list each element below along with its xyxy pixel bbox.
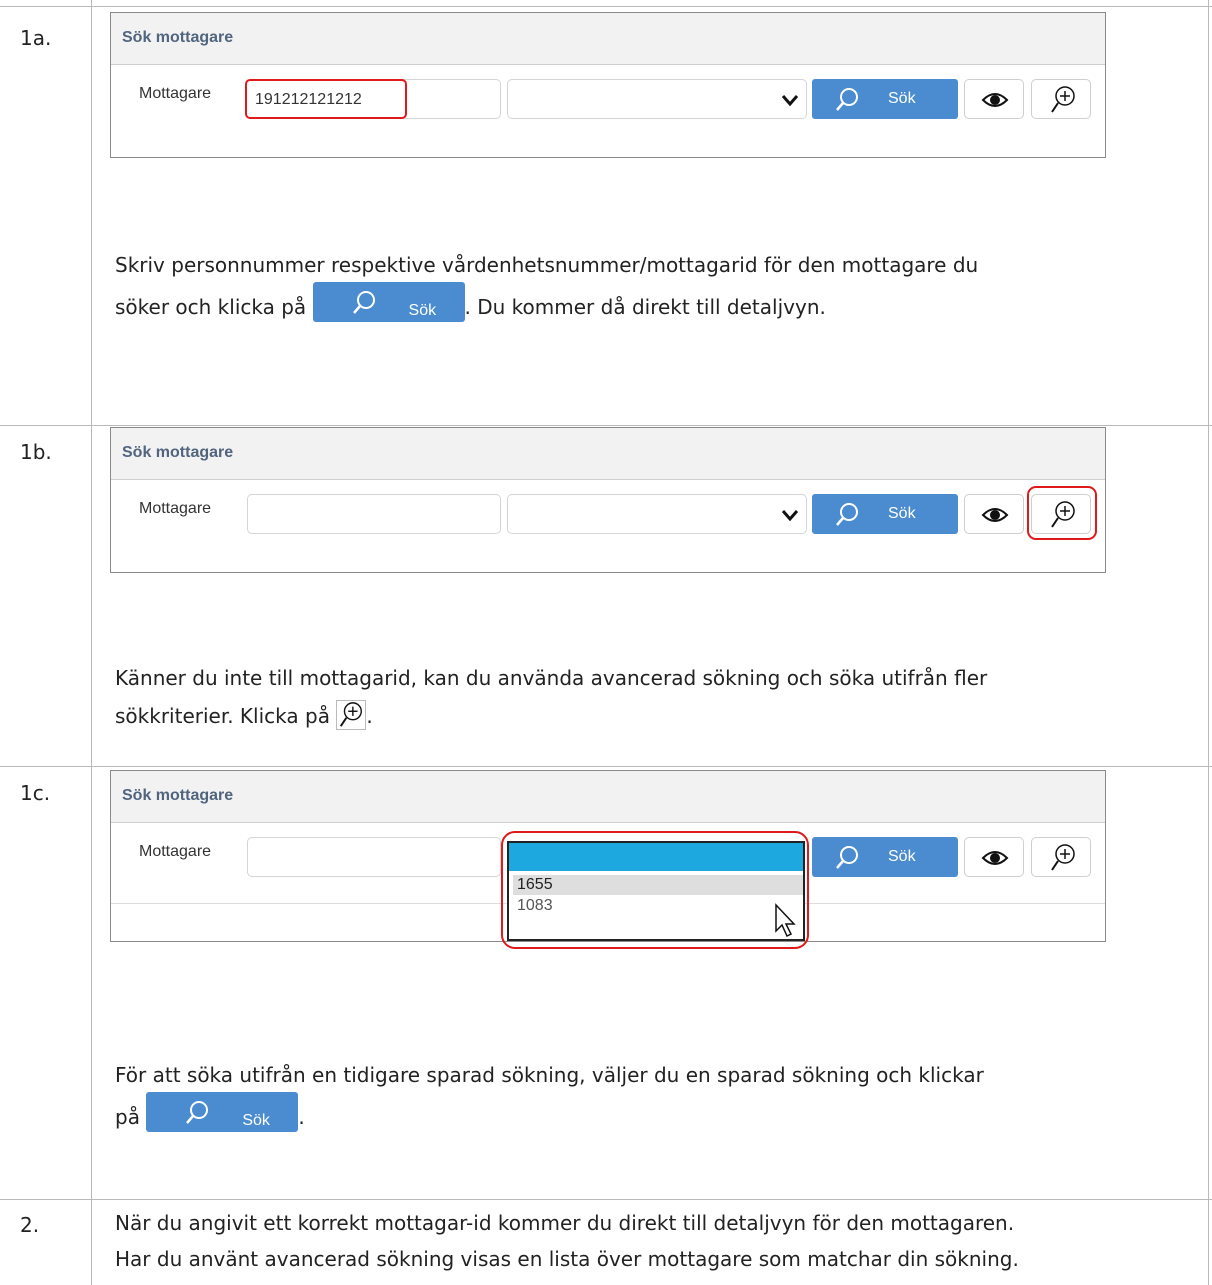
zoom-plus-icon [1051, 86, 1075, 113]
search-icon [186, 1100, 209, 1124]
search-icon [836, 88, 858, 111]
search-button-label: Sök [888, 90, 916, 107]
search-button[interactable]: Sök [812, 837, 958, 877]
eye-icon [981, 508, 1009, 522]
recipient-input[interactable] [247, 837, 501, 877]
step-number: 1c. [20, 781, 51, 805]
instruction-text: För att söka utifrån en tidigare sparad … [115, 1054, 984, 1138]
view-button[interactable] [964, 494, 1024, 534]
search-icon [836, 846, 858, 869]
inline-button-label: Sök [408, 301, 437, 319]
text-fragment: . Du kommer då direkt till detaljvyn. [464, 295, 826, 319]
instruction-line: Har du använt avancerad sökning visas en… [115, 1247, 1019, 1271]
instruction-text: När du angivit ett korrekt mottagar-id k… [115, 1208, 1019, 1274]
search-button[interactable]: Sök [812, 79, 958, 119]
step-number: 1a. [20, 26, 52, 50]
instruction-line: sökkriterier. Klicka på . [115, 699, 987, 731]
search-icon [352, 290, 375, 314]
text-fragment: på [115, 1105, 140, 1129]
search-button-label: Sök [888, 505, 916, 522]
panel-title: Sök mottagare [111, 428, 1105, 480]
view-button[interactable] [964, 79, 1024, 119]
search-panel: Sök mottagare Mottagare 191212121212 Sök [110, 12, 1106, 158]
table-border-top [0, 6, 1212, 7]
view-button[interactable] [964, 837, 1024, 877]
instruction-line: på Sök. [115, 1091, 984, 1138]
advanced-search-button[interactable] [1031, 494, 1091, 534]
eye-icon [981, 93, 1009, 107]
recipient-input[interactable]: 191212121212 [245, 79, 407, 119]
chevron-down-icon [781, 510, 799, 522]
table-divider [0, 425, 1212, 426]
instruction-text: Skriv personnummer respektive vårdenhets… [115, 244, 978, 328]
search-button[interactable]: Sök [812, 494, 958, 534]
mouse-cursor-icon [775, 903, 796, 938]
inline-zoom-icon-image [336, 699, 367, 730]
search-button-label: Sök [888, 848, 916, 865]
saved-search-select[interactable] [507, 494, 807, 534]
zoom-plus-icon [1051, 501, 1075, 528]
panel-title: Sök mottagare [111, 771, 1105, 823]
recipient-label: Mottagare [139, 85, 212, 102]
instruction-line: När du angivit ett korrekt mottagar-id k… [115, 1211, 1015, 1235]
panel-title: Sök mottagare [111, 13, 1105, 65]
search-panel: Sök mottagare Mottagare Sök [110, 427, 1106, 573]
instruction-line: Känner du inte till mottagarid, kan du a… [115, 666, 988, 690]
search-icon [836, 503, 858, 526]
zoom-plus-icon [1051, 844, 1075, 871]
text-fragment: söker och klicka på [115, 295, 307, 319]
highlight-ring [501, 831, 809, 949]
inline-search-button-image: Sök [146, 1091, 299, 1132]
recipient-label: Mottagare [139, 843, 212, 860]
saved-search-select[interactable] [507, 79, 807, 119]
text-fragment: . [298, 1105, 305, 1129]
advanced-search-button[interactable] [1031, 79, 1091, 119]
step-number: 2. [20, 1213, 40, 1237]
inline-search-button-image: Sök [312, 281, 465, 322]
advanced-search-button[interactable] [1031, 837, 1091, 877]
instruction-text: Känner du inte till mottagarid, kan du a… [115, 663, 987, 731]
recipient-input[interactable] [247, 494, 501, 534]
table-divider [0, 766, 1212, 767]
inline-button-label: Sök [242, 1111, 270, 1129]
instruction-line: För att söka utifrån en tidigare sparad … [115, 1063, 984, 1087]
table-divider [0, 1199, 1212, 1200]
table-border-right [1208, 0, 1209, 1285]
eye-icon [981, 851, 1009, 865]
step-number: 1b. [20, 440, 52, 464]
recipient-label: Mottagare [139, 500, 212, 517]
text-fragment: . [366, 704, 373, 728]
table-column-divider [91, 0, 92, 1285]
instruction-line: söker och klicka på Sök . Du kommer då di… [115, 281, 978, 328]
text-fragment: sökkriterier. Klicka på [115, 704, 330, 728]
search-panel: Sök mottagare Mottagare Sök 1655 1083 [110, 770, 1106, 949]
zoom-plus-icon [340, 701, 363, 727]
instruction-line: Skriv personnummer respektive vårdenhets… [115, 253, 979, 277]
chevron-down-icon [781, 95, 799, 107]
